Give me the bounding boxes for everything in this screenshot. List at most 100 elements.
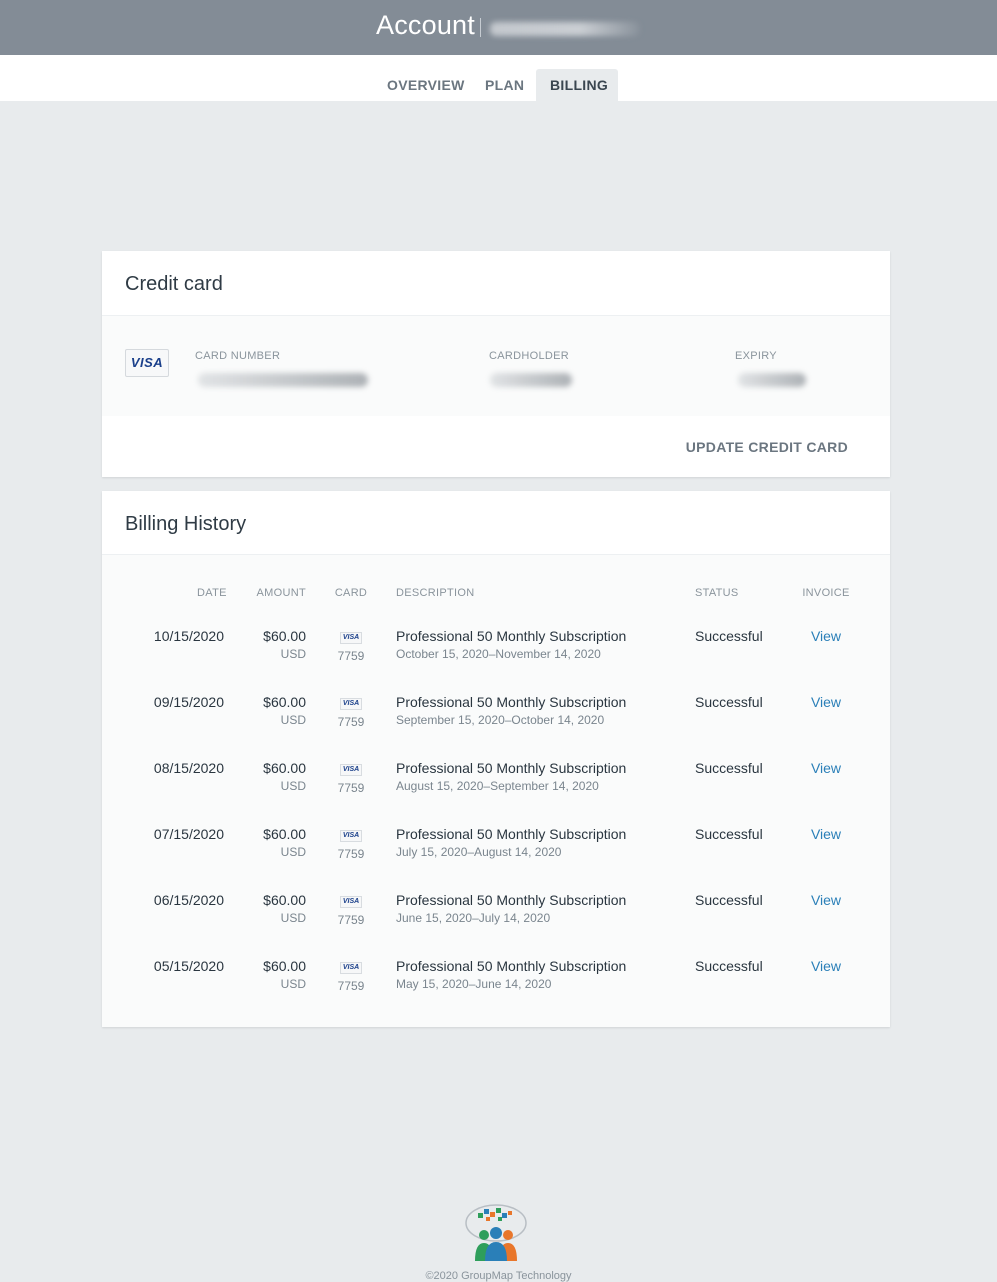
- row-period: August 15, 2020–September 14, 2020: [396, 779, 599, 793]
- row-amount: $60.00: [263, 694, 306, 710]
- page-title: Account: [376, 10, 475, 40]
- logo-pixel: [478, 1213, 483, 1218]
- table-row: 10/15/2020 $60.00 USD VISA 7759 Professi…: [102, 628, 890, 694]
- row-period: September 15, 2020–October 14, 2020: [396, 713, 605, 727]
- view-invoice-link[interactable]: View: [802, 760, 850, 776]
- table-row: 07/15/2020 $60.00 USD VISA 7759 Professi…: [102, 826, 890, 892]
- row-amount: $60.00: [263, 958, 306, 974]
- row-currency: USD: [280, 845, 306, 859]
- row-amount: $60.00: [263, 760, 306, 776]
- row-currency: USD: [280, 713, 306, 727]
- logo-pixel: [484, 1209, 489, 1214]
- row-description: Professional 50 Monthly Subscription: [396, 628, 627, 644]
- row-date: 05/15/2020: [153, 958, 224, 974]
- column-header-description: DESCRIPTION: [396, 587, 475, 599]
- view-invoice-link[interactable]: View: [802, 826, 850, 842]
- cardholder-label: CARDHOLDER: [489, 350, 570, 362]
- expiry-redacted: [738, 373, 806, 387]
- row-description: Professional 50 Monthly Subscription: [396, 694, 627, 710]
- row-status: Successful: [695, 826, 763, 842]
- column-header-date: DATE: [197, 587, 227, 599]
- logo-person: [479, 1230, 489, 1240]
- billing-history-title: Billing History: [125, 513, 247, 535]
- table-row: 09/15/2020 $60.00 USD VISA 7759 Professi…: [102, 694, 890, 760]
- row-status: Successful: [695, 694, 763, 710]
- visa-icon: VISA: [340, 962, 362, 974]
- row-status: Successful: [695, 958, 763, 974]
- row-amount: $60.00: [263, 892, 306, 908]
- expiry-label: EXPIRY: [735, 350, 777, 362]
- column-header-amount: AMOUNT: [256, 587, 306, 599]
- logo-person: [503, 1230, 513, 1240]
- row-period: May 15, 2020–June 14, 2020: [396, 977, 552, 991]
- row-card-last4: 7759: [337, 781, 365, 795]
- view-invoice-link[interactable]: View: [802, 958, 850, 974]
- tab-plan[interactable]: PLAN: [471, 69, 538, 101]
- view-invoice-link[interactable]: View: [802, 892, 850, 908]
- logo-pixel: [498, 1217, 502, 1221]
- row-description: Professional 50 Monthly Subscription: [396, 760, 627, 776]
- row-card-last4: 7759: [337, 847, 365, 861]
- table-row: 08/15/2020 $60.00 USD VISA 7759 Professi…: [102, 760, 890, 826]
- row-date: 08/15/2020: [153, 760, 224, 776]
- row-date: 06/15/2020: [153, 892, 224, 908]
- row-period: July 15, 2020–August 14, 2020: [396, 845, 562, 859]
- row-currency: USD: [280, 977, 306, 991]
- row-description: Professional 50 Monthly Subscription: [396, 892, 627, 908]
- card-details-section: [102, 316, 890, 416]
- row-amount: $60.00: [263, 628, 306, 644]
- logo-person: [490, 1227, 502, 1239]
- row-status: Successful: [695, 628, 763, 644]
- visa-icon: VISA: [340, 830, 362, 842]
- row-currency: USD: [280, 647, 306, 661]
- row-card-last4: 7759: [337, 979, 365, 993]
- view-invoice-link[interactable]: View: [802, 628, 850, 644]
- credit-card-title: Credit card: [125, 273, 223, 295]
- row-date: 09/15/2020: [153, 694, 224, 710]
- row-currency: USD: [280, 779, 306, 793]
- tab-bar: OVERVIEW PLAN BILLING: [0, 55, 997, 101]
- visa-icon: VISA: [340, 896, 362, 908]
- credit-card-panel: Credit card VISA CARD NUMBER CARDHOLDER …: [102, 251, 890, 477]
- visa-icon: VISA: [340, 632, 362, 644]
- title-separator: [480, 18, 481, 37]
- row-description: Professional 50 Monthly Subscription: [396, 958, 627, 974]
- view-invoice-link[interactable]: View: [802, 694, 850, 710]
- logo-pixel: [486, 1217, 490, 1221]
- row-period: June 15, 2020–July 14, 2020: [396, 911, 551, 925]
- row-status: Successful: [695, 892, 763, 908]
- visa-icon: VISA: [340, 698, 362, 710]
- logo-pixel: [508, 1211, 512, 1215]
- column-header-invoice: INVOICE: [802, 587, 850, 599]
- logo-pixel: [496, 1208, 501, 1213]
- footer-copyright: ©2020 GroupMap Technology: [425, 1270, 572, 1282]
- groupmap-logo-icon: [465, 1204, 527, 1261]
- visa-icon: VISA: [340, 764, 362, 776]
- column-header-card: CARD: [334, 587, 368, 599]
- update-credit-card-button[interactable]: UPDATE CREDIT CARD: [686, 439, 848, 455]
- tab-billing[interactable]: BILLING: [536, 69, 618, 101]
- row-date: 10/15/2020: [153, 628, 224, 644]
- table-row: 06/15/2020 $60.00 USD VISA 7759 Professi…: [102, 892, 890, 958]
- card-number-redacted: [198, 373, 368, 387]
- table-row: 05/15/2020 $60.00 USD VISA 7759 Professi…: [102, 958, 890, 1024]
- row-period: October 15, 2020–November 14, 2020: [396, 647, 601, 661]
- row-currency: USD: [280, 911, 306, 925]
- row-status: Successful: [695, 760, 763, 776]
- visa-icon: VISA: [125, 349, 169, 377]
- row-card-last4: 7759: [337, 913, 365, 927]
- column-header-status: STATUS: [695, 587, 739, 599]
- row-card-last4: 7759: [337, 649, 365, 663]
- account-name-redacted: [490, 22, 640, 36]
- row-description: Professional 50 Monthly Subscription: [396, 826, 627, 842]
- billing-history-panel: Billing History DATE AMOUNT CARD DESCRIP…: [102, 491, 890, 1027]
- card-number-label: CARD NUMBER: [195, 350, 281, 362]
- logo-pixel: [502, 1213, 507, 1218]
- tab-overview[interactable]: OVERVIEW: [373, 69, 479, 101]
- logo-pixel: [490, 1212, 495, 1217]
- row-date: 07/15/2020: [153, 826, 224, 842]
- row-amount: $60.00: [263, 826, 306, 842]
- cardholder-redacted: [490, 373, 572, 387]
- header-bar: Account: [0, 0, 997, 55]
- row-card-last4: 7759: [337, 715, 365, 729]
